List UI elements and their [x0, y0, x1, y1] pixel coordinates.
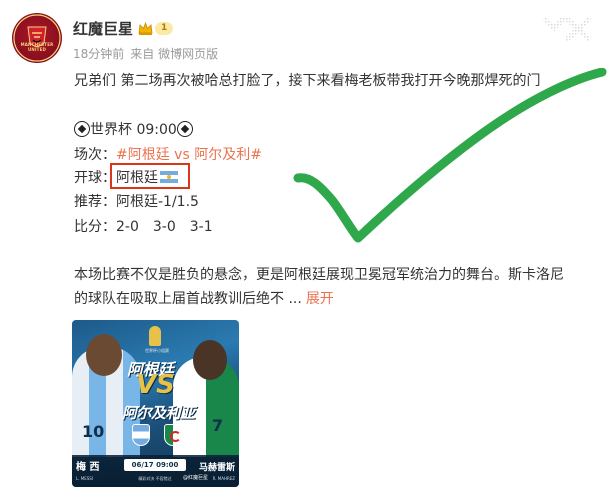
player-right-number: 7: [211, 416, 223, 435]
avatar-text: MANCHESTER UNITED: [20, 42, 54, 52]
kickoff-highlight-box: [110, 163, 190, 189]
post-time[interactable]: 18分钟前: [73, 47, 124, 61]
body-line-2: 的球队在吸取上届首战教训后绝不 ... 展开: [74, 289, 334, 309]
fixture-hashtag[interactable]: #阿根廷 vs 阿尔及利#: [116, 147, 262, 163]
trophy-icon: [149, 326, 161, 346]
poster-top-caption: 世界杯小组赛: [145, 348, 169, 353]
fixture-label: 场次：: [74, 147, 116, 163]
player-left-name: 梅 西: [76, 462, 100, 473]
player-left-number: 10: [82, 422, 105, 441]
player-right-name: 马赫雷斯: [198, 463, 235, 473]
post-meta: 18分钟前 来自 微博网页版: [73, 45, 224, 62]
soccer-ball-icon: [176, 121, 193, 137]
player-left-english: L. MESSI: [76, 476, 94, 481]
match-line: 世界杯 09:00: [74, 120, 193, 140]
soccer-ball-icon: [74, 121, 90, 137]
expand-link[interactable]: 展开: [306, 291, 334, 307]
poster-date: 06/17 09:00: [124, 459, 186, 471]
level-badge[interactable]: 1: [137, 20, 177, 37]
algeria-badge-icon: [164, 424, 182, 446]
match-title: 世界杯 09:00: [90, 122, 177, 138]
level-number: 1: [155, 22, 174, 35]
match-poster-image[interactable]: 世界杯小组赛 阿根廷 VS 阿尔及利亚 10 7 梅 西 L. MESSI 马赫…: [72, 320, 239, 487]
fixture-line: 场次：#阿根廷 vs 阿尔及利#: [74, 145, 262, 165]
poster-vs: VS: [136, 370, 175, 400]
crown-icon: [138, 21, 153, 35]
player-left-head: [86, 334, 122, 376]
pick-line: 推荐：阿根廷-1/1.5: [74, 194, 199, 210]
body-line-2-text: 的球队在吸取上届首战教训后绝不 ...: [74, 291, 302, 307]
post-source: 来自 微博网页版: [130, 47, 219, 61]
dismiss-icon[interactable]: [542, 12, 600, 42]
body-line-1: 本场比赛不仅是胜负的悬念，更是阿根廷展现卫冕冠军统治力的舞台。斯卡洛尼: [74, 267, 564, 283]
club-crest-icon: [13, 14, 61, 62]
poster-live-caption: 精彩对决 不容错过: [138, 476, 172, 481]
player-right-english: R. MAHREZ: [212, 476, 235, 481]
image-watermark: @红魔巨星: [183, 475, 209, 481]
score-line: 比分：2-0 3-0 3-1: [74, 219, 213, 235]
argentina-badge-icon: [132, 424, 150, 446]
avatar[interactable]: MANCHESTER UNITED: [12, 13, 62, 63]
username[interactable]: 红魔巨星: [73, 18, 133, 39]
checkmark-annotation: [293, 68, 607, 243]
player-right-head: [193, 340, 227, 380]
poster-team-2: 阿尔及利亚: [122, 404, 195, 422]
